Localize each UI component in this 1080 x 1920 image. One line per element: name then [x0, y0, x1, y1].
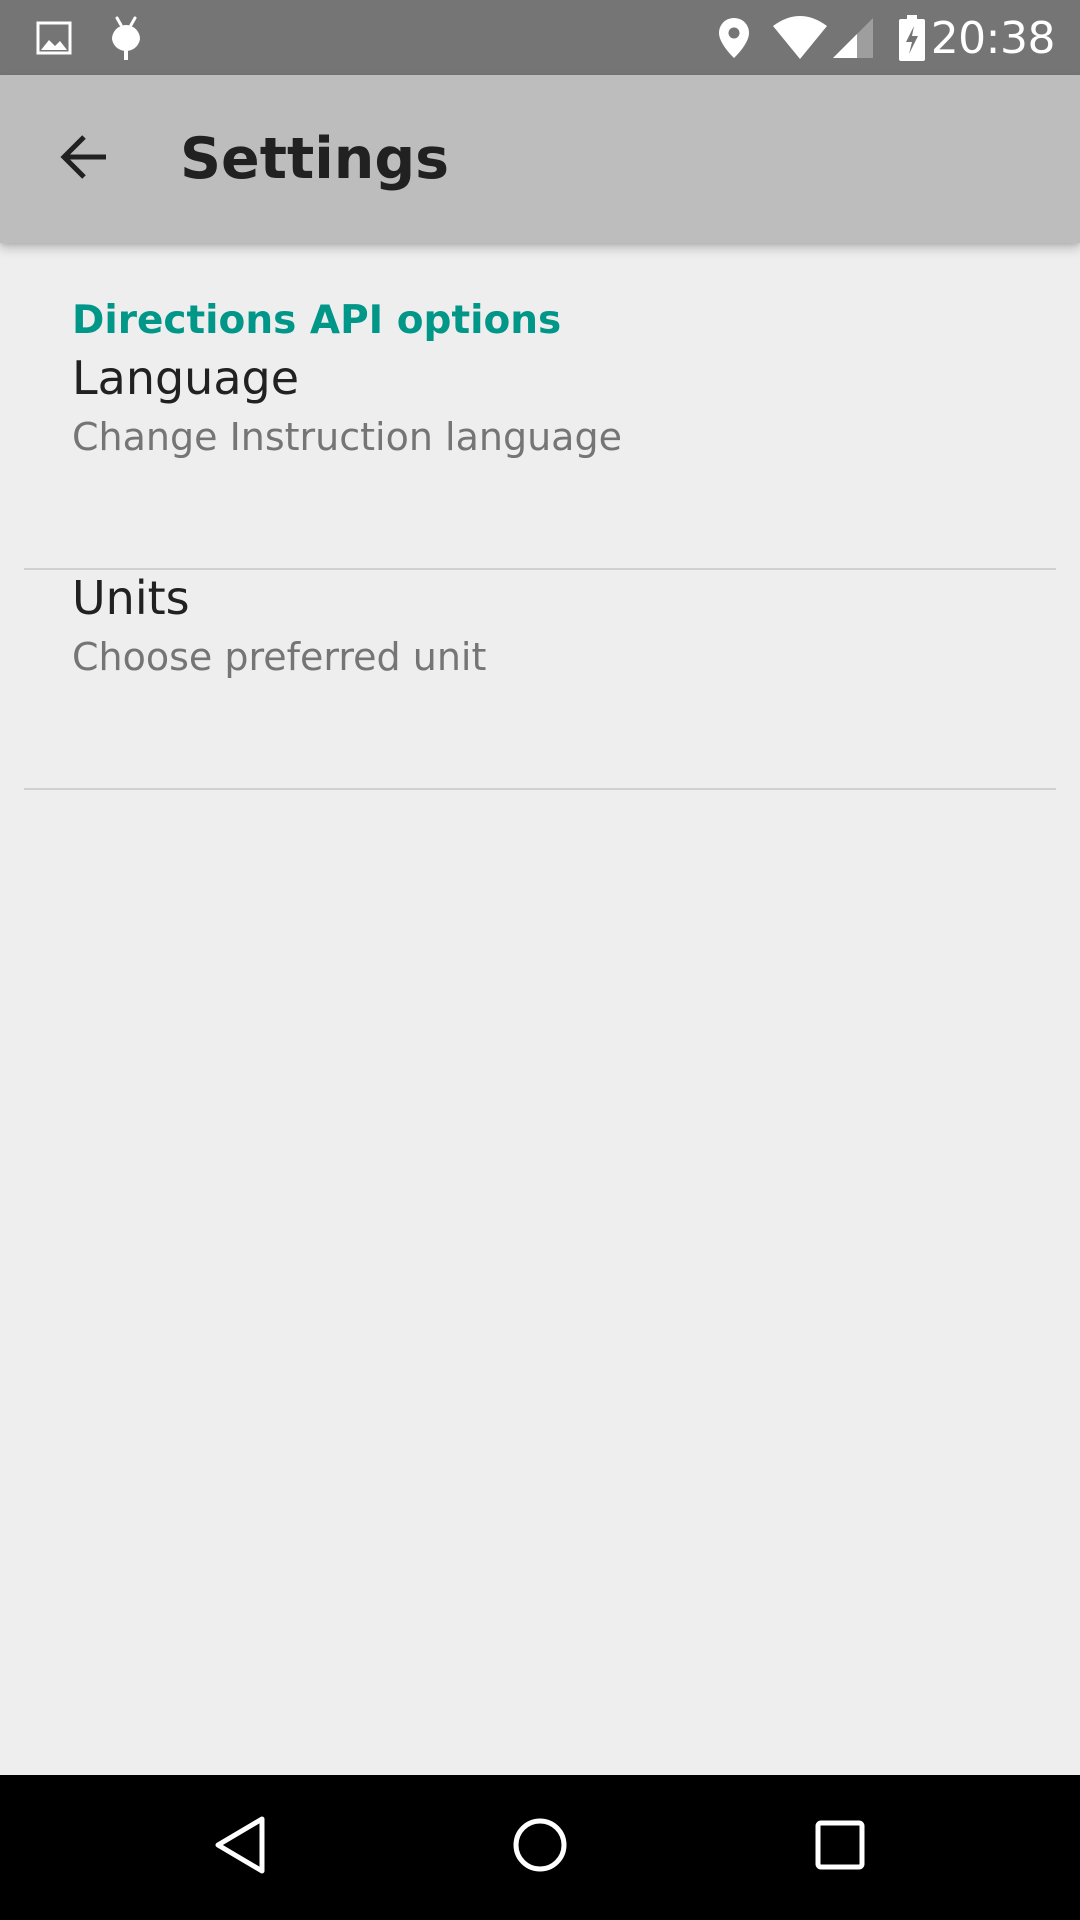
- location-icon: [714, 0, 754, 75]
- cell-signal-icon: [830, 0, 876, 75]
- divider: [24, 568, 1056, 570]
- app-bar: Settings: [0, 75, 1080, 243]
- home-circle-icon: [511, 1816, 569, 1879]
- image-icon: [34, 0, 74, 75]
- wifi-icon: [772, 0, 828, 75]
- nav-recents-button[interactable]: [760, 1775, 920, 1920]
- page-title: Settings: [180, 126, 450, 192]
- recents-square-icon: [814, 1819, 866, 1876]
- back-button[interactable]: [40, 115, 128, 203]
- preference-language[interactable]: Language Change Instruction language: [0, 351, 1080, 571]
- status-time: 20:38: [930, 13, 1056, 64]
- preference-title: Language: [72, 351, 300, 405]
- nav-back-button[interactable]: [160, 1775, 320, 1920]
- arrow-back-icon: [58, 131, 110, 188]
- preference-units[interactable]: Units Choose preferred unit: [0, 571, 1080, 791]
- android-debug-icon: [104, 0, 148, 75]
- navigation-bar: [0, 1775, 1080, 1920]
- divider: [24, 788, 1056, 790]
- preference-title: Units: [72, 571, 190, 625]
- preference-category-title: Directions API options: [72, 298, 562, 343]
- settings-screen: 20:38 Settings Directions API options La…: [0, 0, 1080, 1920]
- preference-summary: Choose preferred unit: [72, 635, 487, 679]
- nav-home-button[interactable]: [460, 1775, 620, 1920]
- battery-charging-icon: [896, 0, 928, 75]
- status-bar: 20:38: [0, 0, 1080, 75]
- preference-summary: Change Instruction language: [72, 415, 622, 459]
- back-triangle-icon: [210, 1814, 270, 1881]
